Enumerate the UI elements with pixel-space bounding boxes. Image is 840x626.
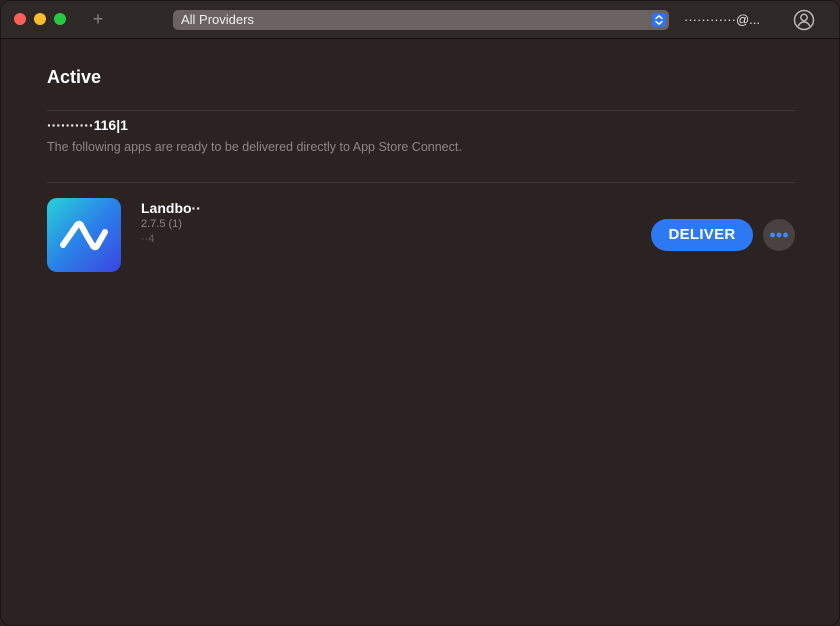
divider xyxy=(47,182,795,183)
maximize-window-button[interactable] xyxy=(54,13,66,25)
minimize-window-button[interactable] xyxy=(34,13,46,25)
close-window-button[interactable] xyxy=(14,13,26,25)
app-window: + All Providers ············@... Active … xyxy=(0,0,840,626)
deliver-button[interactable]: DELIVER xyxy=(651,219,753,251)
app-name: Landbo·· xyxy=(141,200,201,216)
title-bar: + All Providers ············@... xyxy=(1,1,839,39)
chevron-updown-icon xyxy=(652,13,666,27)
account-icon[interactable] xyxy=(793,9,815,31)
provider-select-value: All Providers xyxy=(181,12,254,27)
page-title: Active xyxy=(47,67,102,87)
divider xyxy=(47,110,795,111)
plus-icon[interactable]: + xyxy=(89,8,107,30)
provider-select[interactable]: All Providers xyxy=(173,10,669,30)
provider-description: The following apps are ready to be deliv… xyxy=(47,140,462,154)
app-icon xyxy=(47,198,121,272)
more-button[interactable] xyxy=(763,219,795,251)
more-icon xyxy=(770,232,788,238)
account-name[interactable]: ············@... xyxy=(684,11,784,29)
app-build: ··4 xyxy=(141,233,155,245)
provider-name: ··········116|1 xyxy=(47,117,128,133)
app-version: 2.7.5 (1) xyxy=(141,218,182,230)
